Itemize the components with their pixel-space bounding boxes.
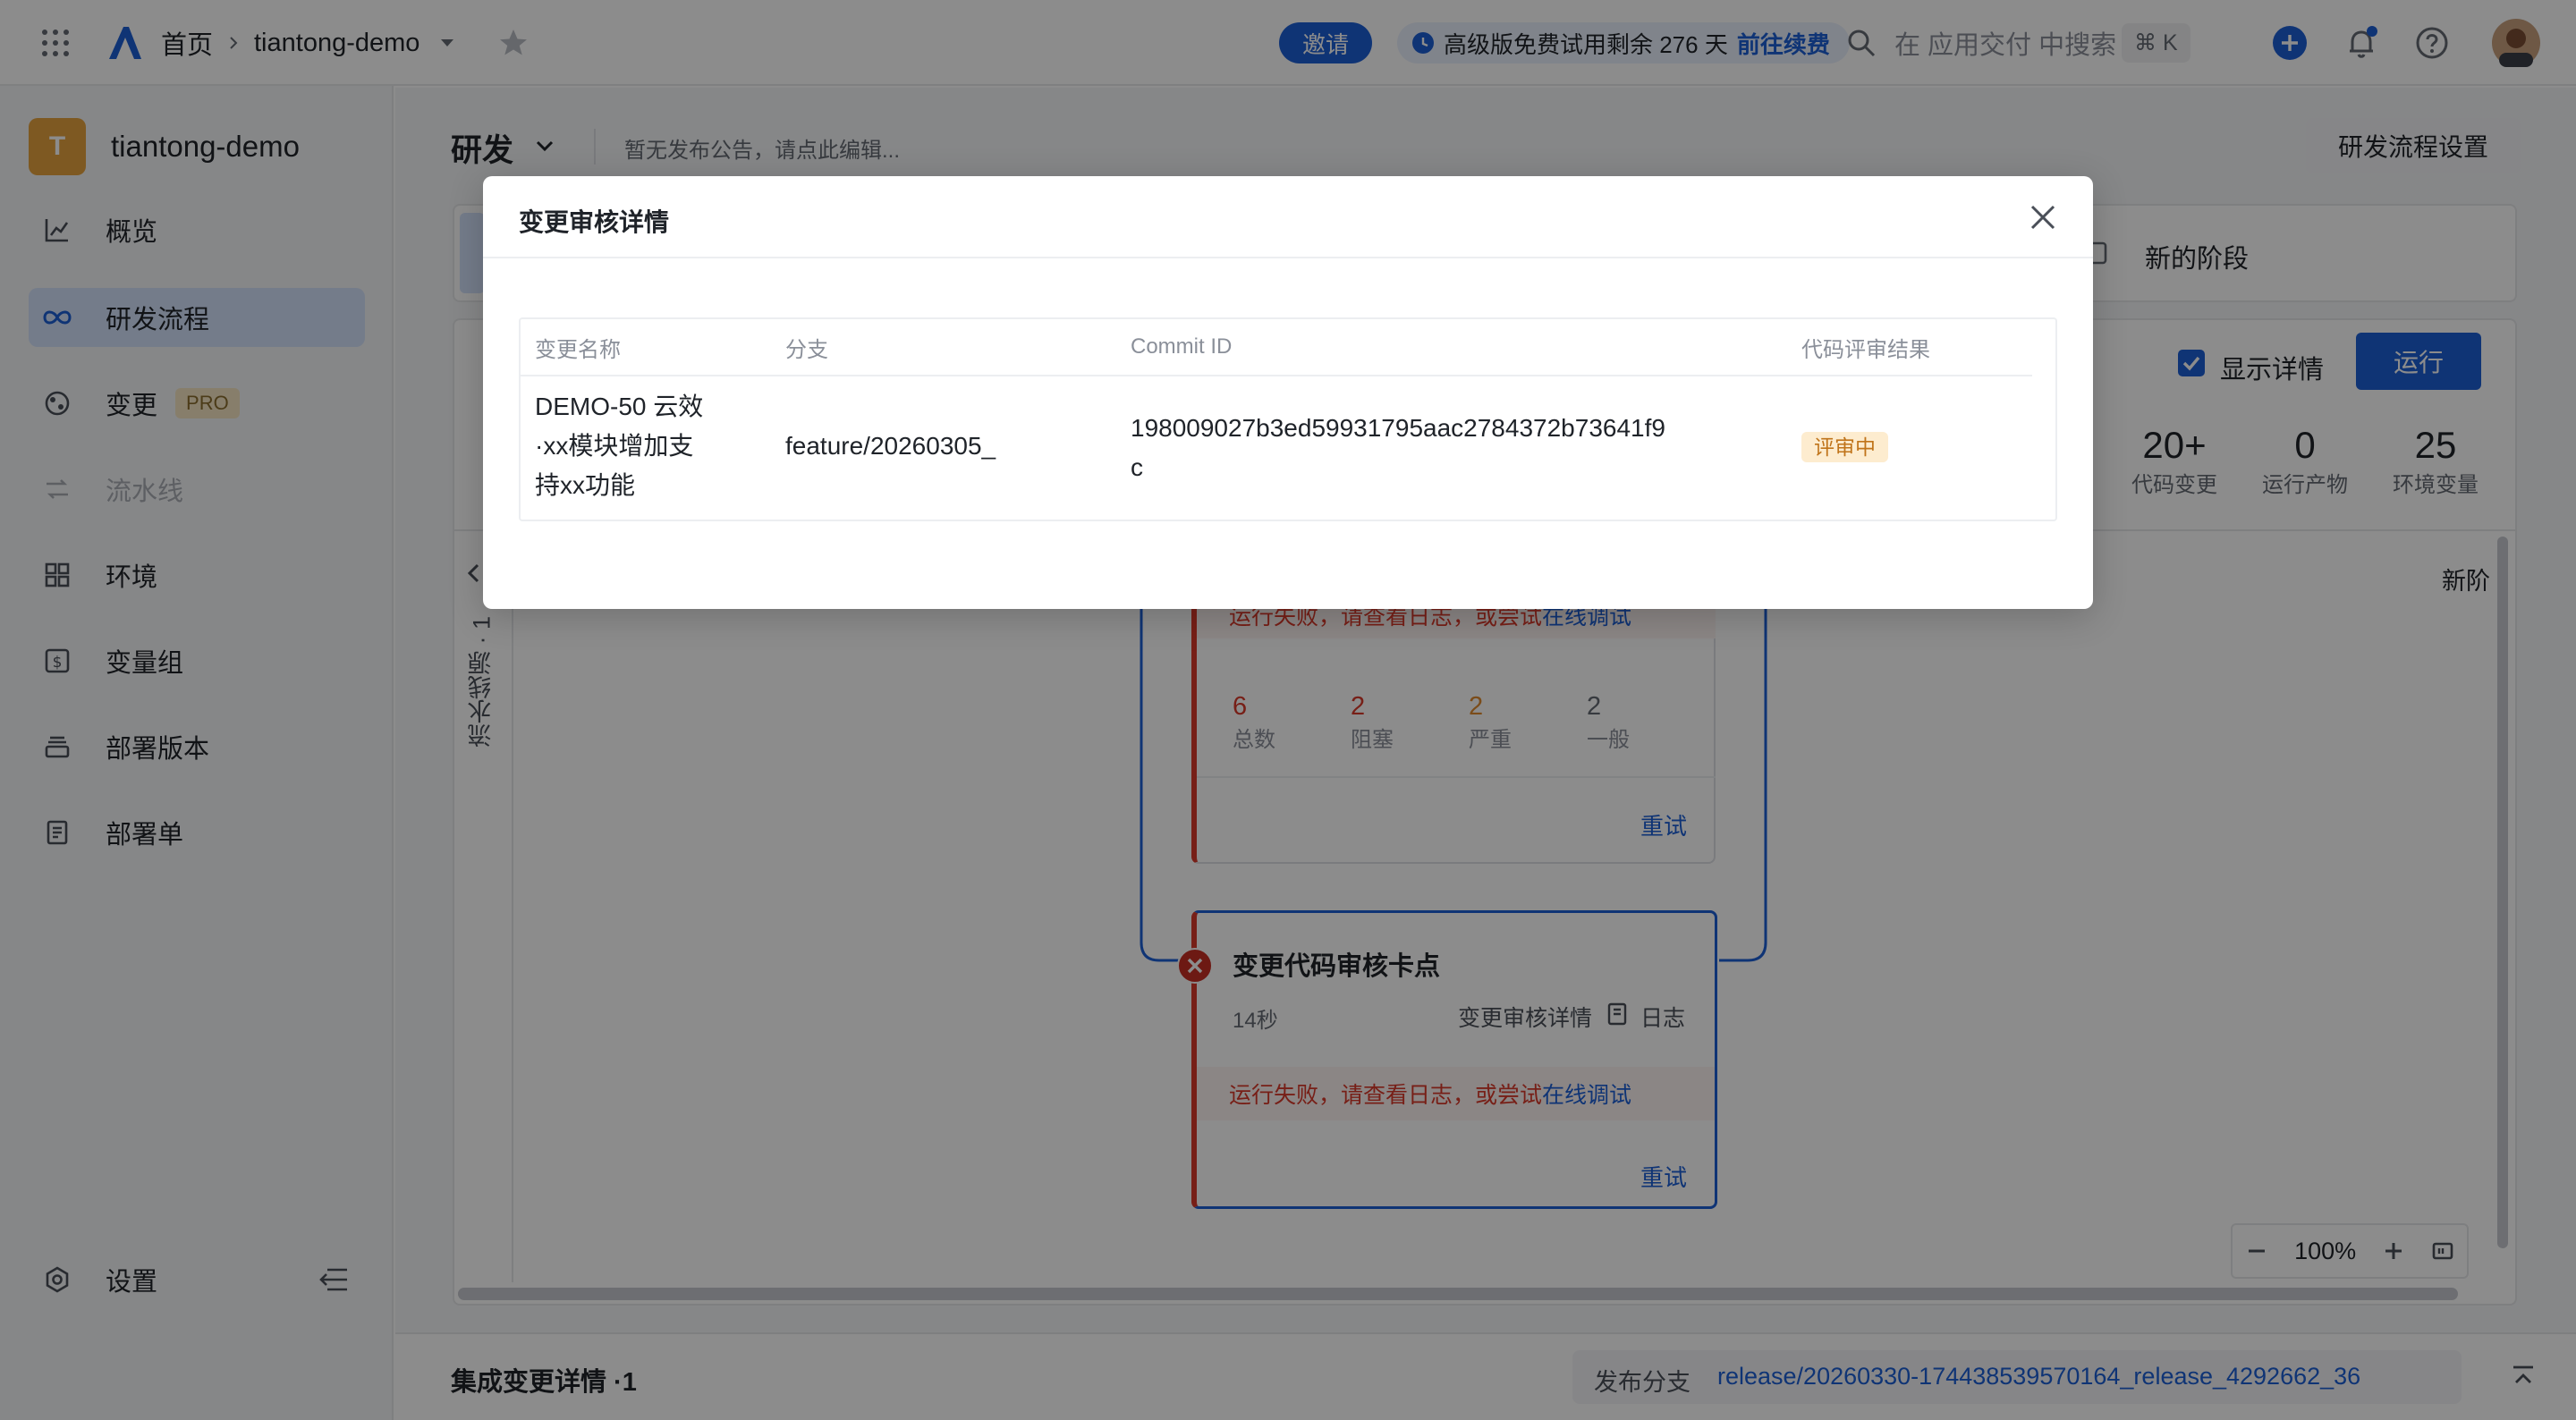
column-header-name: 变更名称 [535,337,621,362]
commit-id-line: 198009027b3ed59931795aac2784372b73641f9 [1131,414,1665,442]
review-table: 变更名称 分支 Commit ID 代码评审结果 DEMO-50 云效 ·xx模… [519,317,2057,521]
review-status-badge: 评审中 [1801,432,1888,462]
close-icon[interactable] [2025,199,2061,235]
commit-id-line: c [1131,453,1143,481]
modal-header: 变更审核详情 [483,176,2093,258]
change-name-line: 持xx功能 [535,471,636,499]
review-detail-modal: 变更审核详情 变更名称 分支 Commit ID 代码评审结果 DEMO-50 … [483,176,2093,609]
commit-id-cell: 198009027b3ed59931795aac2784372b73641f9 … [1131,409,1757,487]
column-header-review-result: 代码评审结果 [1801,337,1930,362]
table-header-divider [521,375,2032,376]
modal-title: 变更审核详情 [519,208,670,236]
branch-cell: feature/20260305_ [785,432,996,460]
change-name-line: ·xx模块增加支 [535,432,694,460]
column-header-commit: Commit ID [1131,334,1233,359]
change-name-line: DEMO-50 云效 [535,393,704,420]
column-header-branch: 分支 [785,337,828,362]
change-name-link[interactable]: DEMO-50 云效 ·xx模块增加支 持xx功能 [535,387,750,505]
